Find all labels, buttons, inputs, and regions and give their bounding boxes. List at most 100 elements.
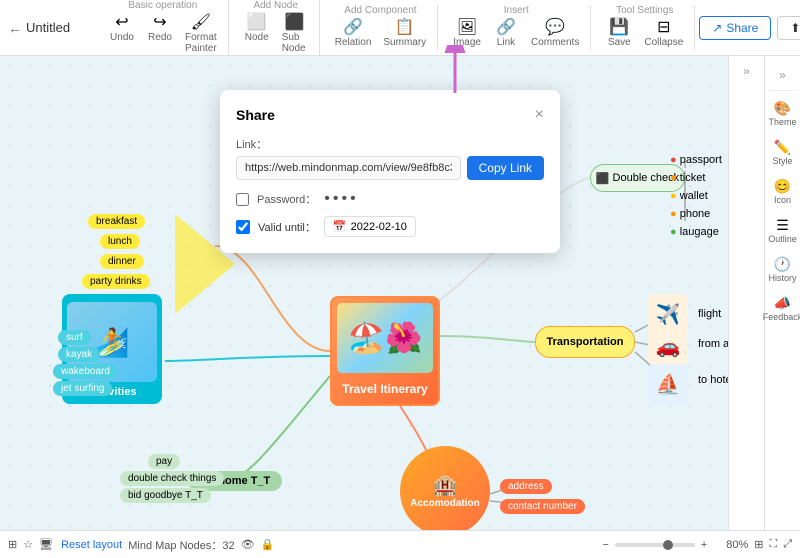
luggage-bullet: ● bbox=[670, 226, 680, 238]
style-button[interactable]: ✏️ Style bbox=[765, 134, 800, 171]
fullscreen-button[interactable]: ⛶ bbox=[769, 538, 777, 551]
add-component-group: Add Component 🔗 Relation 📋 Summary bbox=[324, 5, 439, 50]
dialog-close-button[interactable]: × bbox=[535, 106, 544, 124]
comments-button[interactable]: 💬 Comments bbox=[526, 18, 584, 50]
feedback-button[interactable]: 📣 Feedback bbox=[765, 290, 800, 327]
ticket-bullet: ● bbox=[670, 172, 680, 184]
ticket-node[interactable]: ● ticket bbox=[670, 172, 705, 184]
save-button[interactable]: 💾 Save bbox=[601, 18, 637, 50]
double-check-things-node[interactable]: double check things bbox=[120, 471, 224, 486]
copy-link-button[interactable]: Copy Link bbox=[467, 156, 544, 180]
zoom-handle[interactable] bbox=[663, 540, 673, 550]
passport-node[interactable]: ● passport bbox=[670, 154, 722, 166]
history-button[interactable]: 🕐 History bbox=[765, 251, 800, 288]
expand-icon-button[interactable]: » bbox=[765, 64, 800, 86]
icon-button[interactable]: 😊 Icon bbox=[765, 173, 800, 210]
address-node[interactable]: address bbox=[500, 479, 552, 494]
back-button[interactable]: ← bbox=[8, 18, 22, 38]
wakeboard-node[interactable]: wakeboard bbox=[53, 364, 118, 379]
travel-image: 🏖️🌺 bbox=[337, 303, 433, 373]
add-node-label: Add Node bbox=[253, 0, 297, 11]
party-drinks-node[interactable]: party drinks bbox=[82, 274, 150, 289]
share-button[interactable]: ↗ Share bbox=[699, 16, 771, 40]
accomodation-node[interactable]: 🏨 Accomodation bbox=[400, 446, 490, 530]
bottom-bar: ⊞ ☆ 🖥 Reset layout Mind Map Nodes：32 👁 🔒… bbox=[0, 530, 800, 558]
arrow-svg bbox=[435, 45, 475, 95]
node-label: Node bbox=[245, 32, 269, 43]
link-input[interactable] bbox=[236, 156, 461, 180]
wallet-node[interactable]: ● wallet bbox=[670, 190, 708, 202]
breakfast-node[interactable]: breakfast bbox=[88, 214, 145, 229]
valid-checkbox[interactable] bbox=[236, 220, 250, 234]
contact-node[interactable]: contact number bbox=[500, 499, 585, 514]
relation-button[interactable]: 🔗 Relation bbox=[330, 18, 377, 50]
collapse-button[interactable]: ⊟ Collapse bbox=[639, 18, 688, 50]
nodes-count: Mind Map Nodes：32 bbox=[128, 537, 234, 553]
lunch-node[interactable]: lunch bbox=[100, 234, 140, 249]
accom-label: Accomodation bbox=[410, 498, 479, 509]
relation-label: Relation bbox=[335, 37, 372, 48]
comments-label: Comments bbox=[531, 37, 579, 48]
basic-operation-group: Basic operation ↩ Undo ↪ Redo 🖌 Format P… bbox=[98, 0, 229, 56]
add-component-items: 🔗 Relation 📋 Summary bbox=[330, 18, 432, 50]
flight-node[interactable]: flight bbox=[698, 308, 721, 320]
outline-label-2: Outline bbox=[768, 234, 797, 244]
expand-button[interactable]: ⤢ bbox=[783, 538, 792, 551]
transportation-label: Transportation bbox=[546, 336, 623, 348]
jet-surfing-node[interactable]: jet surfing bbox=[53, 381, 112, 396]
link-field: Link： Copy Link bbox=[236, 136, 544, 180]
bid-goodbye-node[interactable]: bid goodbye T_T bbox=[120, 488, 211, 503]
reset-layout-button[interactable]: Reset layout bbox=[61, 539, 122, 551]
format-painter-label: Format Painter bbox=[185, 32, 217, 54]
link-button[interactable]: 🔗 Link bbox=[488, 18, 524, 50]
wallet-label: wallet bbox=[680, 190, 708, 202]
bottom-icons: ⊞ ☆ 🖥 bbox=[8, 538, 53, 551]
surf-node[interactable]: surf bbox=[58, 330, 91, 345]
redo-button[interactable]: ↪ Redo bbox=[142, 13, 178, 56]
export-button[interactable]: ⬆ Export bbox=[777, 16, 800, 40]
outline-icon-2: ☰ bbox=[776, 217, 789, 234]
undo-button[interactable]: ↩ Undo bbox=[104, 13, 140, 56]
history-label-2: History bbox=[768, 273, 796, 283]
theme-button[interactable]: 🎨 Theme bbox=[765, 95, 800, 132]
collapse-sidebar-button[interactable]: » bbox=[728, 56, 764, 530]
undo-icon: ↩ bbox=[115, 15, 128, 31]
kayak-node[interactable]: kayak bbox=[58, 347, 100, 362]
valid-date-picker[interactable]: 📅 2022-02-10 bbox=[324, 216, 416, 237]
password-checkbox[interactable] bbox=[236, 193, 249, 206]
right-panel: » 🎨 Theme ✏️ Style 😊 Icon ☰ Outline 🕐 Hi… bbox=[764, 56, 800, 530]
summary-button[interactable]: 📋 Summary bbox=[378, 18, 431, 50]
plus-zoom-button[interactable]: + bbox=[701, 539, 707, 551]
node-button[interactable]: ⬜ Node bbox=[239, 13, 275, 56]
basic-operation-label: Basic operation bbox=[128, 0, 197, 11]
sub-node-button[interactable]: ⬛ Sub Node bbox=[277, 13, 313, 56]
pay-node[interactable]: pay bbox=[148, 454, 180, 469]
collapse-label: Collapse bbox=[644, 37, 683, 48]
save-icon: 💾 bbox=[609, 20, 629, 36]
phone-node[interactable]: ● phone bbox=[670, 208, 710, 220]
passport-label: passport bbox=[680, 154, 722, 166]
outline-button[interactable]: ☰ Outline bbox=[765, 212, 800, 249]
summary-icon: 📋 bbox=[395, 20, 415, 36]
transportation-node[interactable]: Transportation bbox=[535, 326, 635, 358]
lock-icon: 🔒 bbox=[261, 538, 275, 551]
icon-icon-2: 😊 bbox=[774, 178, 791, 195]
fit-screen-button[interactable]: ⊞ bbox=[754, 538, 763, 551]
link-label: Link： bbox=[236, 136, 544, 152]
calendar-icon: 📅 bbox=[333, 220, 347, 233]
luggage-label: laugage bbox=[680, 226, 719, 238]
zoom-slider[interactable] bbox=[615, 543, 695, 547]
minus-zoom-button[interactable]: − bbox=[602, 539, 608, 551]
luggage-node[interactable]: ● laugage bbox=[670, 226, 719, 238]
bottom-center: Reset layout Mind Map Nodes：32 👁 🔒 bbox=[61, 537, 274, 553]
phone-bullet: ● bbox=[670, 208, 680, 220]
theme-label-2: Theme bbox=[768, 117, 796, 127]
car-icon-box: 🚗 bbox=[648, 326, 688, 366]
add-node-items: ⬜ Node ⬛ Sub Node bbox=[239, 13, 313, 56]
dinner-node[interactable]: dinner bbox=[100, 254, 144, 269]
format-painter-button[interactable]: 🖌 Format Painter bbox=[180, 13, 222, 56]
wallet-bullet: ● bbox=[670, 190, 680, 202]
travel-itinerary-center[interactable]: 🏖️🌺 Travel Itinerary bbox=[330, 296, 440, 406]
boat-icon-box: ⛵ bbox=[648, 364, 688, 404]
document-title[interactable]: Untitled bbox=[26, 20, 86, 35]
